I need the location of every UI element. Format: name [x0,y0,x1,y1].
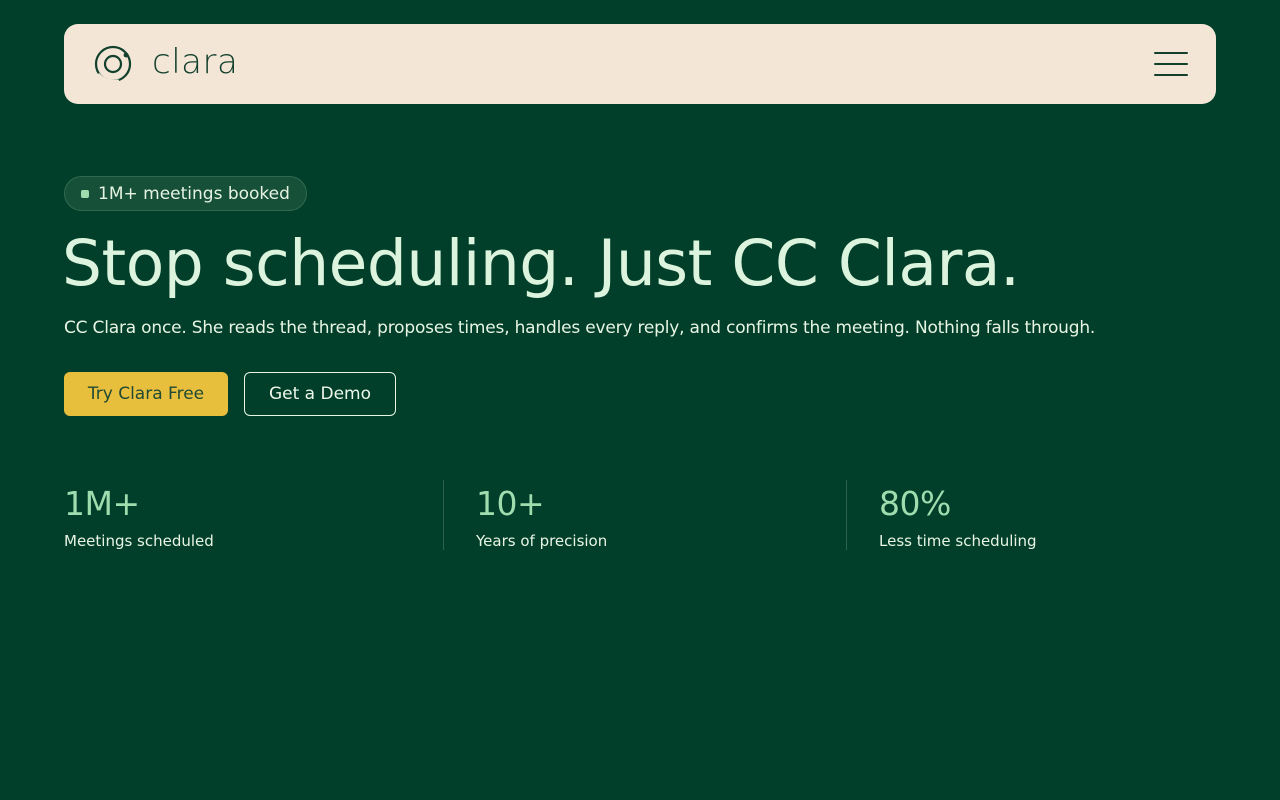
brand-logo-link[interactable]: clara [92,43,238,85]
cta-buttons: Try Clara Free Get a Demo [64,372,396,416]
hero-subtitle: CC Clara once. She reads the thread, pro… [64,318,1096,338]
top-navbar: clara [64,24,1216,104]
stat-divider [846,480,847,550]
clara-orbit-icon [94,45,132,83]
menu-line [1154,52,1188,54]
hamburger-menu-icon[interactable] [1154,52,1188,76]
stat-divider [443,480,444,550]
menu-line [1154,63,1188,65]
try-clara-free-button[interactable]: Try Clara Free [64,372,228,416]
stat-value: 80% [879,484,951,523]
brand-name: clara [152,42,239,82]
menu-line [1154,74,1188,76]
stat-value: 1M+ [64,484,140,523]
stat-value: 10+ [476,484,545,523]
stats-row: 1M+ Meetings scheduled 10+ Years of prec… [64,480,1216,550]
stat-meetings: 1M+ Meetings scheduled [64,480,214,550]
stat-label: Meetings scheduled [64,532,214,550]
badge-text: 1M+ meetings booked [98,183,290,204]
meetings-booked-badge: 1M+ meetings booked [64,176,307,211]
hero-title: Stop scheduling. Just CC Clara. [62,227,1020,300]
get-a-demo-button[interactable]: Get a Demo [244,372,396,416]
stat-label: Years of precision [476,532,608,550]
stat-label: Less time scheduling [879,532,1037,550]
stat-time-saved: 80% Less time scheduling [879,480,1037,550]
stat-years: 10+ Years of precision [476,480,607,550]
badge-dot-icon [81,189,89,198]
